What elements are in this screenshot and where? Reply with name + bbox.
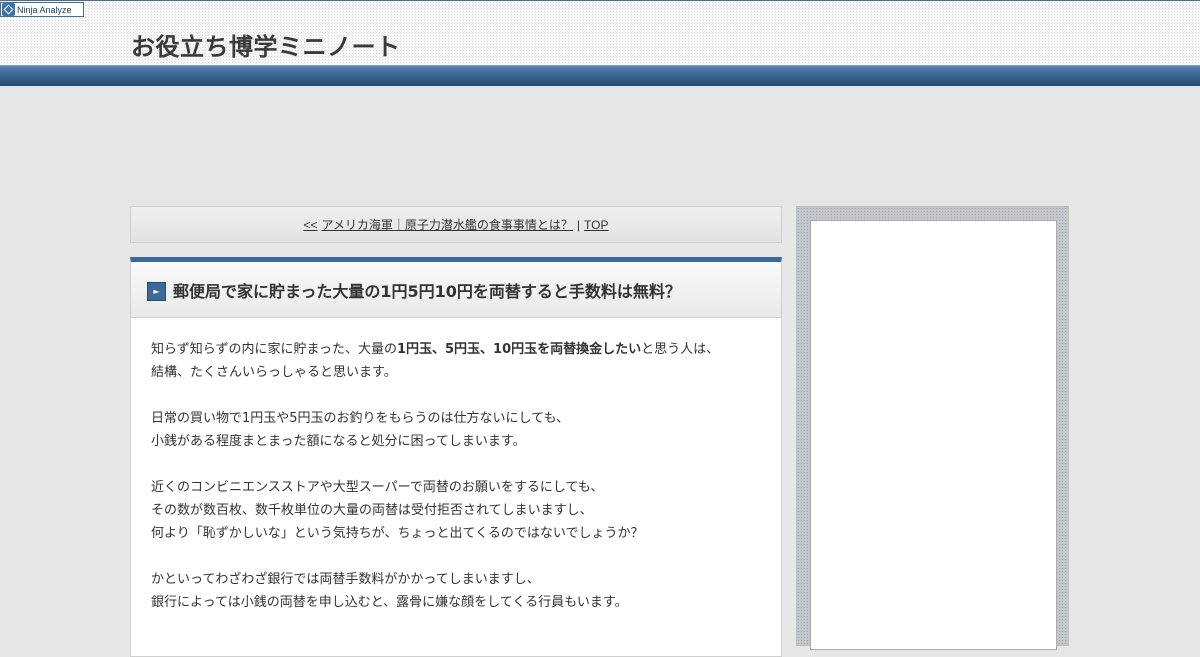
text-line: かといってわざわざ銀行では両替手数料がかかってしまいますし、: [151, 572, 540, 587]
play-arrow-icon: ►: [147, 282, 166, 301]
top-link[interactable]: TOP: [584, 218, 608, 232]
nav-separator: |: [576, 217, 581, 232]
paragraph: 近くのコンビニエンスストアや大型スーパーで両替のお願いをするにしても、 その数が…: [151, 476, 761, 545]
text-line: 結構、たくさんいらっしゃると思います。: [151, 365, 397, 380]
sidebar-widget: [810, 220, 1057, 650]
text-line: 小銭がある程度まとまった額になると処分に困ってしまいます。: [151, 434, 526, 449]
ninja-logo-icon: [2, 3, 15, 16]
paragraph: 日常の買い物で1円玉や5円玉のお釣りをもらうのは仕方ないにしても、 小銭がある程…: [151, 407, 761, 453]
article-body: 知らず知らずの内に家に貯まった、大量の1円玉、5円玉、10円玉を両替換金したいと…: [131, 318, 781, 614]
prev-article-link[interactable]: アメリカ海軍｜原子力潜水艦の食事事情とは？: [322, 216, 573, 233]
article-title: 郵便局で家に貯まった大量の1円5円10円を両替すると手数料は無料？: [173, 281, 681, 301]
site-title[interactable]: お役立ち博学ミニノート: [131, 27, 401, 62]
text-line: 何より「恥ずかしいな」という気持ちが、ちょっと出てくるのではないでしょうか？: [151, 526, 644, 541]
article-header: ► 郵便局で家に貯まった大量の1円5円10円を両替すると手数料は無料？: [131, 262, 781, 318]
text-line: 日常の買い物で1円玉や5円玉のお釣りをもらうのは仕方ないにしても、: [151, 411, 570, 426]
paragraph: かといってわざわざ銀行では両替手数料がかかってしまいますし、 銀行によっては小銭…: [151, 568, 761, 614]
ninja-analyze-label: Ninja Analyze: [17, 4, 72, 15]
site-header: Ninja Analyze お役立ち博学ミニノート: [0, 0, 1200, 65]
text-line: 近くのコンビニエンスストアや大型スーパーで両替のお願いをするにしても、: [151, 480, 604, 495]
text-line: と思う人は、: [641, 342, 720, 357]
bold-text: 1円玉、5円玉、10円玉を両替換金したい: [396, 342, 642, 357]
sidebar: [796, 206, 1069, 650]
text-line: 知らず知らずの内に家に貯まった、大量の: [151, 342, 397, 357]
header-bar: [0, 65, 1200, 86]
paragraph: 知らず知らずの内に家に貯まった、大量の1円玉、5円玉、10円玉を両替換金したいと…: [151, 338, 761, 384]
ninja-analyze-badge[interactable]: Ninja Analyze: [0, 2, 84, 17]
text-line: 銀行によっては小銭の両替を申し込むと、露骨に嫌な顔をしてくる行員もいます。: [151, 595, 628, 610]
article-navigation: << アメリカ海軍｜原子力潜水艦の食事事情とは？ | TOP: [130, 206, 782, 243]
prev-article-arrow[interactable]: <<: [304, 218, 318, 232]
article-panel: ► 郵便局で家に貯まった大量の1円5円10円を両替すると手数料は無料？ 知らず知…: [130, 257, 782, 657]
text-line: その数が数百枚、数千枚単位の大量の両替は受付拒否されてしまいますし、: [151, 503, 593, 518]
